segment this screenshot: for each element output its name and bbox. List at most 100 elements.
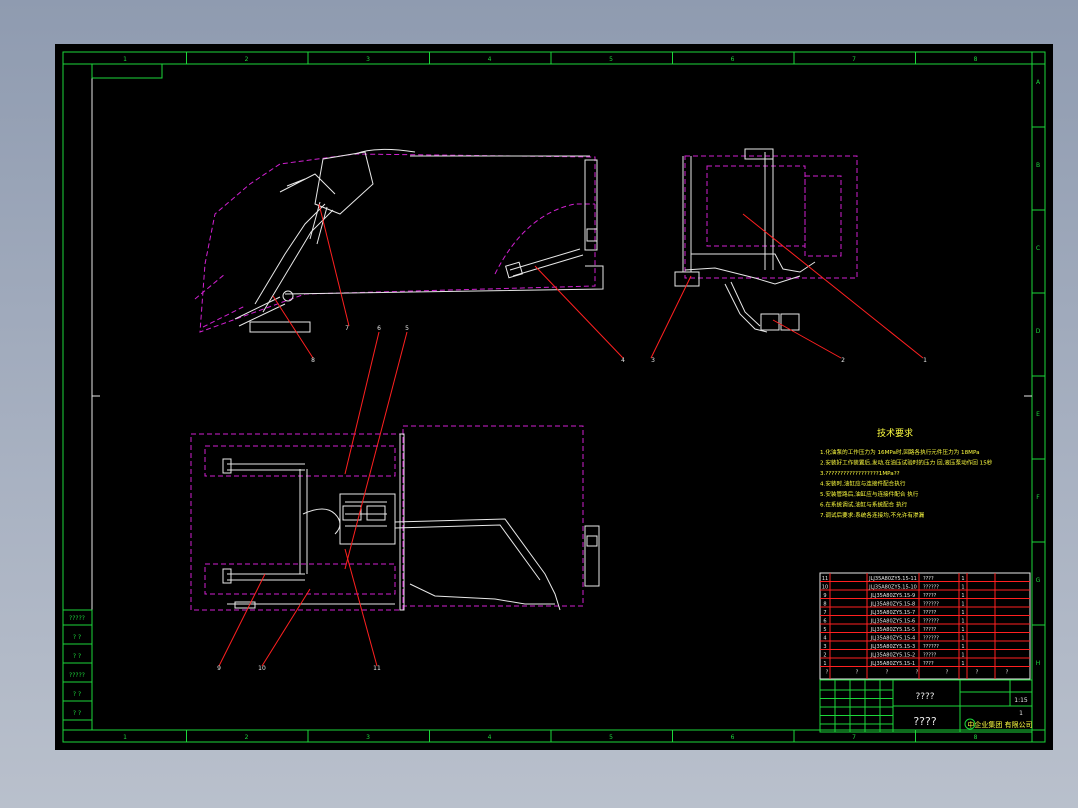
drawing-name: ????: [915, 692, 934, 702]
bom-qty: 1: [961, 627, 964, 633]
cad-drawing: 1122334455667788 ABCDEFGH ?????? ?? ????…: [62, 51, 1046, 743]
left-block-cell: ? ?: [73, 634, 81, 641]
bom-name: ??????: [923, 585, 939, 591]
bom-code: JLJ35A80ZY5.15-1: [870, 661, 915, 667]
grid-col-label: 5: [609, 734, 613, 741]
grid-col-label: 5: [609, 56, 613, 63]
grid-col-label: 8: [974, 734, 978, 741]
grid-col-label: 3: [366, 56, 370, 63]
left-block-cell: ? ?: [73, 691, 81, 698]
callout-10: 10: [258, 665, 266, 672]
grid-row-label: C: [1036, 245, 1040, 252]
grid-row-label: A: [1036, 79, 1041, 86]
bom-code: JLJ35A80ZY5.15-7: [870, 610, 915, 616]
callout-labels: 1 2 3 4 5 6 7 8 9 10 11: [217, 325, 927, 672]
bom-code: JLJ35A80ZY5.15-5: [870, 627, 915, 633]
tech-requirement-line: 2.安装好工作装置后,发动,在油压试验时的压力 回,液压泵动作回 15秒: [820, 459, 993, 467]
bom-name: ??????: [923, 602, 939, 608]
bom-qty: 1: [961, 593, 964, 599]
grid-labels-side: A B C D E F G H: [1032, 79, 1045, 667]
leader-lines: [218, 203, 924, 667]
grid-row-label: D: [1036, 328, 1041, 335]
callout-6: 6: [377, 325, 381, 332]
bom-qty: 1: [961, 661, 964, 667]
grid-col-label: 7: [852, 56, 856, 63]
callout-7: 7: [345, 325, 349, 332]
bom-code: JLJ35A80ZY5.15-3: [870, 644, 915, 650]
bom-code: JLJ35A80ZY5.15-10: [868, 585, 917, 591]
tech-requirements: 技术要求 1.化油泵的工作压力为 16MPa时,回路各执行元件压力为 18MPa…: [820, 427, 993, 519]
title-block: ???? ???? 1:15 1 中企业集团 有限公司: [819, 679, 1033, 733]
bom-no: 6: [823, 619, 826, 625]
callout-4: 4: [621, 357, 625, 364]
bom-name: ?????: [923, 610, 937, 616]
bom-qty: 1: [961, 602, 964, 608]
tech-requirement-line: 1.化油泵的工作压力为 16MPa时,回路各执行元件压力为 18MPa: [820, 448, 980, 456]
bom-qty: 1: [961, 619, 964, 625]
bom-code: JLJ35A80ZY5.15-2: [870, 653, 915, 659]
bom-name: ?????: [923, 627, 937, 633]
grid-col-label: 8: [974, 56, 978, 63]
bom-header: ?: [946, 670, 949, 676]
bom-code: JLJ35A80ZY5.15-6: [870, 619, 915, 625]
bom-header: ?: [976, 670, 979, 676]
bom-name: ?????: [923, 593, 937, 599]
grid-col-label: 6: [731, 56, 735, 63]
bom-no: 5: [823, 627, 826, 633]
callout-9: 9: [217, 665, 221, 672]
side-view: [194, 148, 604, 333]
tech-requirement-line: 3.??????????????????1MPa??: [820, 471, 900, 477]
part-name: ????: [913, 715, 937, 728]
grid-row-label: B: [1036, 162, 1040, 169]
left-block-cell: ?????: [69, 672, 85, 679]
company-name: 中企业集团 有限公司: [967, 720, 1032, 729]
left-info-block: ????? ? ? ? ?????? ? ? ? ?: [62, 609, 93, 731]
bom-name: ?????: [923, 653, 937, 659]
drawing-canvas: 1122334455667788 ABCDEFGH ?????? ?? ????…: [55, 44, 1053, 750]
bom-name: ??????: [923, 644, 939, 650]
tech-requirements-title: 技术要求: [877, 427, 913, 439]
grid-col-label: 1: [123, 56, 127, 63]
bom-name: ????: [923, 576, 934, 582]
bom-no: 2: [823, 653, 826, 659]
bom-no: 1: [823, 661, 826, 667]
callout-1: 1: [923, 357, 927, 364]
grid-row-label: F: [1036, 494, 1040, 501]
bom-code: JLJ35A80ZY5.15-9: [870, 593, 915, 599]
bom-no: 10: [822, 585, 828, 591]
left-block-cell: ?????: [69, 615, 85, 622]
bom-header: ?: [856, 670, 859, 676]
bom-code: JLJ35A80ZY5.15-4: [870, 636, 915, 642]
grid-col-label: 4: [488, 734, 492, 741]
callout-11: 11: [373, 665, 381, 672]
grid-row-label: G: [1036, 577, 1041, 584]
bom-header: ?: [1006, 670, 1009, 676]
left-block-cell: ? ?: [73, 653, 81, 660]
bom-header: ?: [826, 670, 829, 676]
bom-no: 11: [822, 576, 828, 582]
corner-stamp: [91, 63, 163, 79]
bom-code: JLJ35A80ZY5.15-11: [868, 576, 917, 582]
rear-view: [674, 148, 858, 333]
tech-requirement-line: 4.安装时,油缸应与连接件配合执行: [820, 480, 906, 488]
left-block-cell: ? ?: [73, 710, 81, 717]
grid-col-label: 2: [245, 734, 249, 741]
callout-8: 8: [311, 357, 315, 364]
bom-qty: 1: [961, 644, 964, 650]
bom-no: 9: [823, 593, 826, 599]
scale: 1:15: [1014, 697, 1028, 704]
grid-col-label: 7: [852, 734, 856, 741]
bom-code: JLJ35A80ZY5.15-8: [870, 602, 915, 608]
bom-no: 3: [823, 644, 826, 650]
grid-col-label: 3: [366, 734, 370, 741]
grid-col-label: 1: [123, 734, 127, 741]
tech-requirement-line: 7.调试后要求:系统各连接均,不允许有渗漏: [820, 511, 925, 519]
bom-qty: 1: [961, 585, 964, 591]
callout-3: 3: [651, 357, 655, 364]
callout-5: 5: [405, 325, 409, 332]
bom-no: 4: [823, 636, 826, 642]
bom-qty: 1: [961, 653, 964, 659]
bom-name: ??????: [923, 619, 939, 625]
bom-header: ?: [886, 670, 889, 676]
bom-qty: 1: [961, 576, 964, 582]
